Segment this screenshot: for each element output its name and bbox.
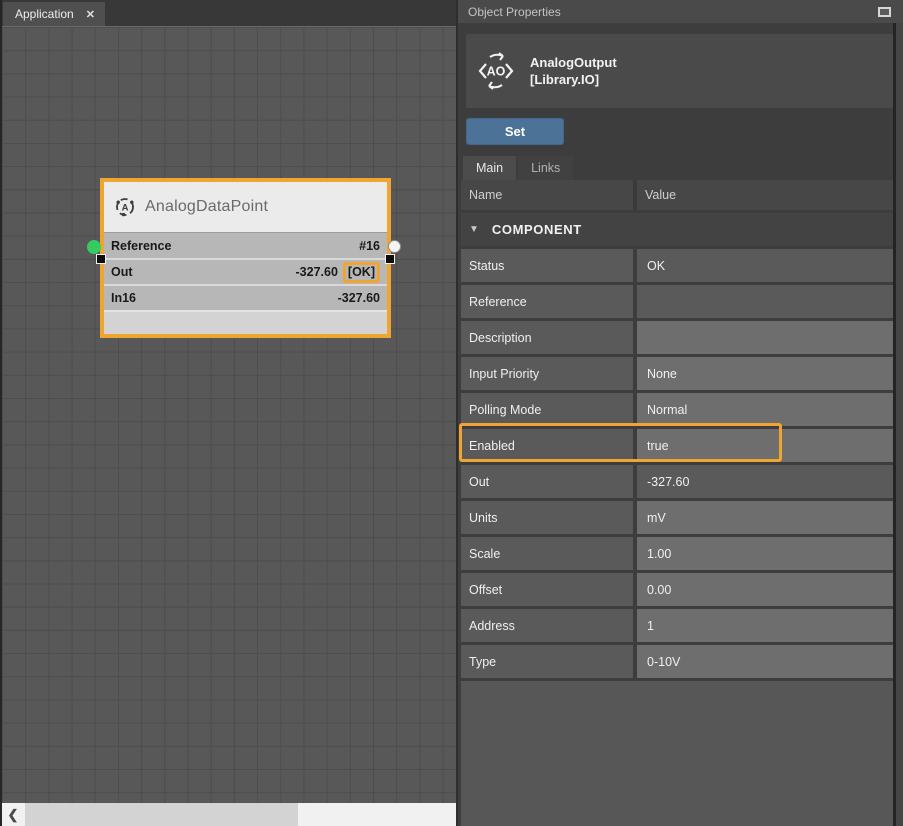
analog-output-icon-text: AO (487, 65, 506, 79)
panel-titlebar: Object Properties (458, 0, 903, 23)
property-value[interactable]: 1 (637, 609, 893, 642)
property-name: Polling Mode (461, 393, 633, 426)
property-row-offset[interactable]: Offset 0.00 (461, 573, 893, 606)
slot-value: -327.60 (296, 265, 338, 279)
block-row-in16[interactable]: In16 -327.60 (104, 284, 387, 310)
slot-name: In16 (111, 291, 136, 305)
tab-close-icon[interactable]: ✕ (86, 8, 95, 21)
table-empty-area (461, 681, 893, 826)
property-name: Units (461, 501, 633, 534)
property-value[interactable]: mV (637, 501, 893, 534)
property-row-type[interactable]: Type 0-10V (461, 645, 893, 678)
wiresheet-editor-pane: Application ✕ A AnalogDataPoint Refer (0, 0, 456, 826)
application-window: Application ✕ A AnalogDataPoint Refer (0, 0, 903, 826)
property-name: Reference (461, 285, 633, 318)
tab-main[interactable]: Main (463, 156, 516, 180)
property-row-status[interactable]: Status OK (461, 249, 893, 282)
block-header[interactable]: A AnalogDataPoint (104, 182, 387, 233)
property-row-units[interactable]: Units mV (461, 501, 893, 534)
property-value[interactable]: Normal (637, 393, 893, 426)
property-name: Input Priority (461, 357, 633, 390)
property-value[interactable] (637, 321, 893, 354)
block-empty-row (104, 310, 387, 334)
panel-tabs: Main Links (463, 156, 903, 180)
property-value[interactable] (637, 285, 893, 318)
wiresheet-canvas[interactable]: A AnalogDataPoint Reference #16 Out -327… (2, 26, 456, 803)
input-connector-dot[interactable] (87, 240, 101, 254)
horizontal-scrollbar-thumb[interactable] (25, 803, 298, 826)
property-name: Status (461, 249, 633, 282)
column-header-name: Name (461, 180, 633, 210)
slot-value: -327.60 (338, 291, 380, 305)
selected-object-card: AO AnalogOutput [Library.IO] (466, 34, 893, 108)
selected-object-text: AnalogOutput [Library.IO] (530, 54, 617, 88)
dock-window-icon[interactable] (878, 7, 891, 17)
property-name: Offset (461, 573, 633, 606)
object-properties-panel: Object Properties AO AnalogOutput [Libra… (458, 0, 903, 826)
property-name: Description (461, 321, 633, 354)
property-row-out[interactable]: Out -327.60 (461, 465, 893, 498)
collapse-caret-icon[interactable]: ▼ (469, 224, 479, 235)
slot-name: Reference (111, 239, 171, 253)
property-row-polling-mode[interactable]: Polling Mode Normal (461, 393, 893, 426)
property-table-header: Name Value (461, 180, 893, 210)
property-name: Enabled (461, 429, 633, 462)
analog-datapoint-block[interactable]: A AnalogDataPoint Reference #16 Out -327… (100, 178, 391, 338)
block-slot-rows: Reference #16 Out -327.60 [OK] In16 -327… (104, 233, 387, 310)
panel-right-scroll-strip (893, 23, 903, 826)
property-value[interactable]: -327.60 (637, 465, 893, 498)
output-connector-dot[interactable] (388, 240, 401, 253)
property-row-address[interactable]: Address 1 (461, 609, 893, 642)
analog-output-icon: AO (476, 51, 516, 91)
tab-application-label: Application (15, 7, 74, 21)
property-value[interactable]: 1.00 (637, 537, 893, 570)
editor-tabbar: Application ✕ (2, 0, 456, 26)
property-row-description[interactable]: Description (461, 321, 893, 354)
horizontal-scrollbar[interactable]: ❮ (2, 803, 456, 826)
analog-datapoint-icon: A (114, 196, 136, 218)
tab-application[interactable]: Application ✕ (3, 2, 105, 26)
object-library: [Library.IO] (530, 71, 617, 88)
set-button[interactable]: Set (466, 118, 564, 145)
tab-links[interactable]: Links (518, 156, 573, 180)
selection-handle-left[interactable] (96, 254, 106, 264)
property-name: Out (461, 465, 633, 498)
object-type-name: AnalogOutput (530, 54, 617, 71)
property-value[interactable]: OK (637, 249, 893, 282)
block-row-reference[interactable]: Reference #16 (104, 233, 387, 258)
property-table: Name Value ▼ COMPONENT Status OK Referen… (461, 180, 893, 826)
property-row-reference[interactable]: Reference (461, 285, 893, 318)
column-header-value: Value (637, 180, 893, 210)
property-row-enabled[interactable]: Enabled true (461, 429, 893, 462)
property-value[interactable]: true (637, 429, 893, 462)
property-rows: Status OK Reference Description Input Pr… (461, 249, 893, 678)
property-value[interactable]: 0-10V (637, 645, 893, 678)
property-row-input-priority[interactable]: Input Priority None (461, 357, 893, 390)
slot-value: #16 (359, 239, 380, 253)
property-row-scale[interactable]: Scale 1.00 (461, 537, 893, 570)
component-group-label: COMPONENT (492, 222, 582, 237)
slot-name: Out (111, 265, 133, 279)
panel-title: Object Properties (468, 5, 878, 19)
property-name: Address (461, 609, 633, 642)
property-value[interactable]: 0.00 (637, 573, 893, 606)
property-name: Type (461, 645, 633, 678)
scroll-left-arrow-icon[interactable]: ❮ (2, 803, 24, 826)
selection-handle-right[interactable] (385, 254, 395, 264)
status-ok-badge: [OK] (343, 262, 380, 283)
svg-text:A: A (122, 203, 129, 214)
component-group-row[interactable]: ▼ COMPONENT (461, 213, 893, 246)
property-name: Scale (461, 537, 633, 570)
block-row-out[interactable]: Out -327.60 [OK] (104, 258, 387, 284)
property-value[interactable]: None (637, 357, 893, 390)
block-title: AnalogDataPoint (145, 198, 268, 216)
